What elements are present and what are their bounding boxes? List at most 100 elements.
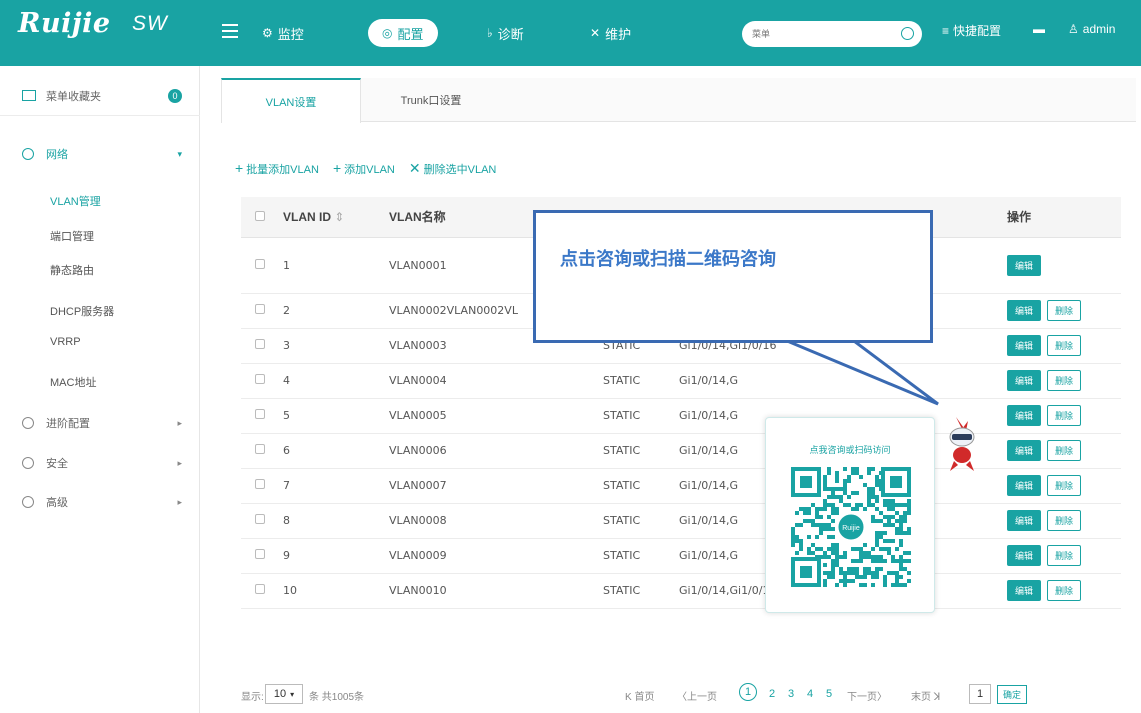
page-1-button[interactable]: 1 xyxy=(739,683,757,701)
delete-button[interactable]: 删除 xyxy=(1047,300,1082,321)
user-menu[interactable]: ♙ admin xyxy=(1068,22,1115,36)
cell-ports: Gi1/0/14,G xyxy=(679,363,1007,399)
add-vlan-button[interactable]: + 添加VLAN xyxy=(333,160,395,177)
sidebar-item-static-route[interactable]: 静态路由 xyxy=(50,262,94,278)
sidebar-group-advanced-config[interactable]: 进阶配置 ▸ xyxy=(0,405,200,441)
consult-callout[interactable]: 点击咨询或扫描二维码咨询 xyxy=(533,210,933,343)
cell-actions: 编辑 删除 xyxy=(1007,433,1121,469)
header-vlan-id[interactable]: VLAN ID ⇕ xyxy=(283,197,389,238)
table-row[interactable]: 4 VLAN0004 STATIC Gi1/0/14,G 编辑 删除 xyxy=(241,363,1121,399)
callout-text: 点击咨询或扫描二维码咨询 xyxy=(560,249,776,270)
quick-config-label: 快捷配置 xyxy=(953,24,1002,38)
row-checkbox[interactable] xyxy=(255,584,265,594)
edit-button[interactable]: 编辑 xyxy=(1007,254,1042,276)
page-size-select[interactable]: 10 ▾ xyxy=(265,684,303,704)
delete-button[interactable]: 删除 xyxy=(1047,405,1082,426)
sidebar-item-vrrp[interactable]: VRRP xyxy=(50,336,81,348)
row-checkbox[interactable] xyxy=(255,444,265,454)
delete-button[interactable]: 删除 xyxy=(1047,370,1082,391)
nav-monitor[interactable]: ⚙ 监控 xyxy=(262,20,304,46)
quick-config-icon: ≡ xyxy=(942,23,950,38)
edit-button[interactable]: 编辑 xyxy=(1007,475,1042,496)
delete-button[interactable]: 删除 xyxy=(1047,545,1082,566)
sidebar-group-network[interactable]: 网络 ▾ xyxy=(0,136,200,172)
sidebar-item-ports[interactable]: 端口管理 xyxy=(50,228,94,244)
first-page-button[interactable]: K 首页 xyxy=(625,688,654,703)
sidebar-group-security[interactable]: 安全 ▸ xyxy=(0,445,200,481)
expand-icon: ▸ xyxy=(177,417,182,428)
qr-code-image[interactable]: Ruijie xyxy=(789,465,913,589)
page-3-button[interactable]: 3 xyxy=(788,688,794,700)
row-checkbox[interactable] xyxy=(255,409,265,419)
delete-button[interactable]: 删除 xyxy=(1047,440,1082,461)
page-2-button[interactable]: 2 xyxy=(769,688,775,700)
menu-search-input[interactable] xyxy=(752,29,892,39)
sidebar-item-mac[interactable]: MAC地址 xyxy=(50,374,96,390)
message-icon[interactable]: ▬ xyxy=(1033,22,1045,36)
pagination: 显示: 10 ▾ 条 共1005条 K 首页 〈上一页 1 2 3 4 5 下一页… xyxy=(241,680,1121,710)
page-4-button[interactable]: 4 xyxy=(807,688,813,700)
sort-icon[interactable]: ⇕ xyxy=(334,210,344,224)
page-jump-confirm-button[interactable]: 确定 xyxy=(997,685,1028,704)
delete-button[interactable]: 删除 xyxy=(1047,335,1082,356)
cell-vlan-name: VLAN0006 xyxy=(389,433,603,469)
tab-trunk-settings[interactable]: Trunk口设置 xyxy=(361,78,501,122)
table-row[interactable]: 8 VLAN0008 STATIC Gi1/0/14,G 编辑 删除 xyxy=(241,503,1121,539)
edit-button[interactable]: 编辑 xyxy=(1007,300,1042,321)
cell-vlan-id: 2 xyxy=(283,293,389,329)
batch-add-vlan-button[interactable]: + 批量添加VLAN xyxy=(235,160,319,177)
edit-button[interactable]: 编辑 xyxy=(1007,370,1042,391)
prev-page-button[interactable]: 〈上一页 xyxy=(677,688,717,703)
nav-diagnose[interactable]: ♭ 诊断 xyxy=(487,20,524,46)
table-row[interactable]: 10 VLAN0010 STATIC Gi1/0/14,Gi1/0/16 编辑 删除 xyxy=(241,573,1121,609)
delete-button[interactable]: 删除 xyxy=(1047,510,1082,531)
row-checkbox[interactable] xyxy=(255,339,265,349)
delete-button[interactable]: 删除 xyxy=(1047,475,1082,496)
plus-icon: + xyxy=(332,160,342,176)
row-checkbox[interactable] xyxy=(255,549,265,559)
quick-config-button[interactable]: ≡ 快捷配置 xyxy=(942,22,1001,39)
edit-button[interactable]: 编辑 xyxy=(1007,335,1042,356)
qr-popup[interactable]: 点我咨询或扫码访问 Ruijie xyxy=(765,417,935,613)
expand-icon: ▸ xyxy=(177,496,182,507)
cell-actions: 编辑 删除 xyxy=(1007,293,1121,329)
edit-button[interactable]: 编辑 xyxy=(1007,440,1042,461)
nav-maintain[interactable]: ✕ 维护 xyxy=(590,20,631,46)
header-vlan-id-label: VLAN ID xyxy=(283,209,331,224)
cell-actions: 编辑 删除 xyxy=(1007,468,1121,504)
sidebar-group-advanced[interactable]: 高级 ▸ xyxy=(0,484,200,520)
edit-button[interactable]: 编辑 xyxy=(1007,510,1042,531)
delete-button[interactable]: 删除 xyxy=(1047,580,1082,601)
select-all-checkbox[interactable] xyxy=(255,210,265,221)
delete-selected-vlan-button[interactable]: ✕ 删除选中VLAN xyxy=(409,160,496,177)
menu-search[interactable] xyxy=(742,21,922,47)
search-icon[interactable] xyxy=(901,27,914,40)
row-checkbox[interactable] xyxy=(255,304,265,314)
header-actions: 操作 xyxy=(1007,197,1121,238)
edit-button[interactable]: 编辑 xyxy=(1007,405,1042,426)
menu-toggle-icon[interactable] xyxy=(222,24,238,38)
page-jump-input[interactable]: 1 xyxy=(969,684,991,704)
edit-button[interactable]: 编辑 xyxy=(1007,580,1042,601)
page-5-button[interactable]: 5 xyxy=(826,688,832,700)
table-row[interactable]: 6 VLAN0006 STATIC Gi1/0/14,G 编辑 删除 xyxy=(241,433,1121,469)
sidebar-favorites[interactable]: 菜单收藏夹 0 xyxy=(0,76,200,116)
row-checkbox[interactable] xyxy=(255,479,265,489)
row-checkbox[interactable] xyxy=(255,514,265,524)
last-page-button[interactable]: 末页 ꓘ xyxy=(911,688,940,703)
sidebar-item-vlan[interactable]: VLAN管理 xyxy=(50,193,101,209)
next-page-button[interactable]: 下一页〉 xyxy=(847,688,887,703)
security-icon xyxy=(22,457,34,469)
table-row[interactable]: 9 VLAN0009 STATIC Gi1/0/14,G 编辑 删除 xyxy=(241,538,1121,574)
nav-config[interactable]: ◎ 配置 xyxy=(368,19,438,47)
row-checkbox[interactable] xyxy=(255,374,265,384)
row-checkbox[interactable] xyxy=(255,258,265,269)
table-row[interactable]: 5 VLAN0005 STATIC Gi1/0/14,G 编辑 删除 xyxy=(241,398,1121,434)
table-row[interactable]: 7 VLAN0007 STATIC Gi1/0/14,G 编辑 删除 xyxy=(241,468,1121,504)
tab-vlan-settings[interactable]: VLAN设置 xyxy=(221,78,361,123)
delete-selected-vlan-label: 删除选中VLAN xyxy=(423,164,497,176)
edit-button[interactable]: 编辑 xyxy=(1007,545,1042,566)
cell-vlan-id: 4 xyxy=(283,363,389,399)
sidebar-item-dhcp[interactable]: DHCP服务器 xyxy=(50,303,114,319)
mascot-icon[interactable] xyxy=(942,415,982,475)
